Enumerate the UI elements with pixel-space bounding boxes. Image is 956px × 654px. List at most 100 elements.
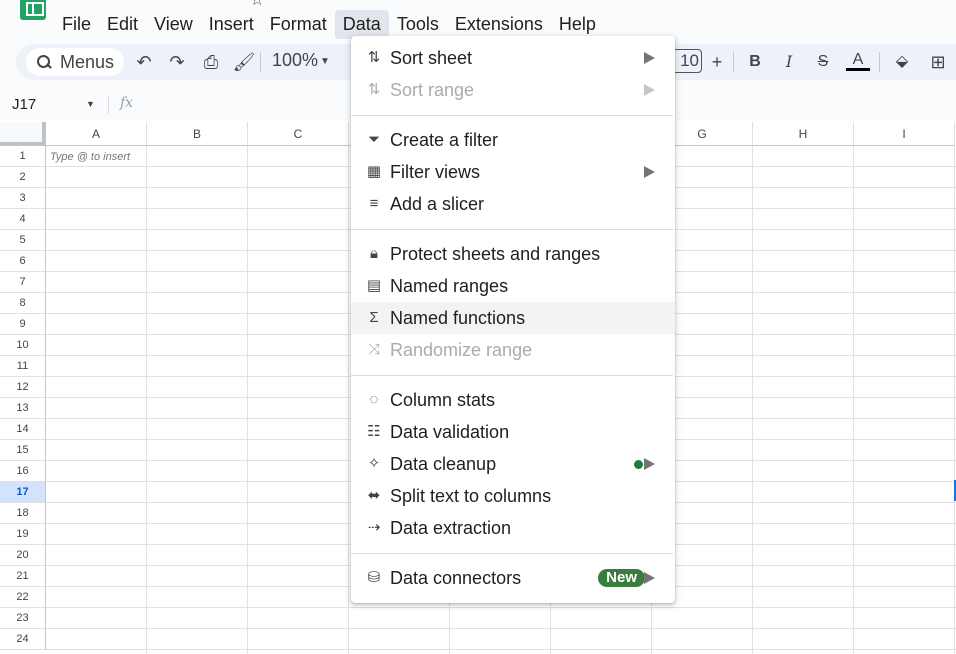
- menu-item-sort-sheet[interactable]: ⇅ Sort sheet: [351, 42, 675, 74]
- menu-item-column-stats[interactable]: ◌ Column stats: [351, 384, 675, 416]
- menu-format[interactable]: Format: [262, 10, 335, 39]
- column-header[interactable]: B: [147, 122, 248, 146]
- row-header[interactable]: 12: [0, 377, 46, 398]
- select-all-corner[interactable]: [0, 122, 46, 146]
- menu-file[interactable]: File: [54, 10, 99, 39]
- row-header[interactable]: 6: [0, 251, 46, 272]
- grid-column-line: [146, 146, 147, 654]
- print-icon[interactable]: ⎙: [199, 50, 223, 74]
- row-header[interactable]: 15: [0, 440, 46, 461]
- column-header[interactable]: I: [854, 122, 955, 146]
- column-header[interactable]: C: [248, 122, 349, 146]
- menu-item-randomize-range: ⤨ Randomize range: [351, 334, 675, 366]
- sheets-logo-icon[interactable]: [20, 0, 46, 20]
- chevron-down-icon[interactable]: ▼: [320, 56, 330, 67]
- row-header[interactable]: 13: [0, 398, 46, 419]
- row-header[interactable]: 5: [0, 230, 46, 251]
- menu-item-named-functions[interactable]: Σ Named functions: [351, 302, 675, 334]
- menu-separator: [351, 553, 673, 554]
- menu-item-label: Filter views: [390, 161, 481, 182]
- column-header[interactable]: H: [753, 122, 854, 146]
- menu-item-create-a-filter[interactable]: ⏷ Create a filter: [351, 124, 675, 156]
- chevron-down-icon[interactable]: ▼: [86, 99, 95, 109]
- row-header[interactable]: 11: [0, 356, 46, 377]
- menu-help[interactable]: Help: [551, 10, 604, 39]
- menu-item-data-extraction[interactable]: ⇢ Data extraction: [351, 512, 675, 544]
- menu-item-label: Data cleanup: [390, 453, 497, 474]
- row-header[interactable]: 22: [0, 587, 46, 608]
- menu-item-label: Data validation: [390, 421, 510, 442]
- row-header[interactable]: 2: [0, 167, 46, 188]
- row-header[interactable]: 10: [0, 335, 46, 356]
- menu-item-data-connectors[interactable]: ⛁ Data connectors New: [351, 562, 675, 594]
- grid-column-line: [247, 146, 248, 654]
- row-header[interactable]: 19: [0, 524, 46, 545]
- menu-item-split-text-to-columns[interactable]: ⬌ Split text to columns: [351, 480, 675, 512]
- menu-tools[interactable]: Tools: [389, 10, 447, 39]
- borders-icon[interactable]: ⊞: [926, 50, 950, 74]
- menu-view[interactable]: View: [146, 10, 201, 39]
- filter-views-icon: ▦: [366, 163, 382, 180]
- submenu-arrow-icon: [644, 166, 655, 178]
- fill-color-icon[interactable]: ⬙: [890, 50, 914, 74]
- paint-format-icon[interactable]: 🖌︎: [232, 50, 256, 74]
- menu-item-label: Column stats: [390, 389, 496, 410]
- menu-item-protect-sheets-and-ranges[interactable]: 🔒︎ Protect sheets and ranges: [351, 238, 675, 270]
- menu-item-data-cleanup[interactable]: ✧ Data cleanup: [351, 448, 675, 480]
- lock-icon: 🔒︎: [370, 245, 378, 262]
- row-header[interactable]: 14: [0, 419, 46, 440]
- fx-icon: fx: [120, 95, 134, 111]
- toolbar-divider: [260, 52, 261, 72]
- submenu-arrow-icon: [644, 572, 655, 584]
- menu-item-filter-views[interactable]: ▦ Filter views: [351, 156, 675, 188]
- row-header[interactable]: 23: [0, 608, 46, 629]
- search-icon: [36, 54, 52, 70]
- menu-item-named-ranges[interactable]: ▤ Named ranges: [351, 270, 675, 302]
- redo-icon[interactable]: ↷: [165, 50, 189, 74]
- row-header[interactable]: 9: [0, 314, 46, 335]
- row-header[interactable]: 8: [0, 293, 46, 314]
- search-menus-button[interactable]: Menus: [26, 48, 124, 76]
- google-sheets-app: ☆ File Edit View Insert Format Data Tool…: [0, 0, 956, 654]
- sort-range-icon: ⇅: [367, 81, 381, 98]
- menu-item-label: Data connectors: [390, 567, 522, 588]
- magic-wand-icon: ✧: [367, 455, 381, 472]
- row-header[interactable]: 24: [0, 629, 46, 650]
- named-ranges-icon: ▤: [366, 277, 382, 294]
- grid-column-line: [752, 146, 753, 654]
- row-header[interactable]: 4: [0, 209, 46, 230]
- row-header[interactable]: 7: [0, 272, 46, 293]
- submenu-arrow-icon: [644, 458, 655, 470]
- row-header[interactable]: 3: [0, 188, 46, 209]
- undo-icon[interactable]: ↶: [132, 50, 156, 74]
- text-color-button[interactable]: A: [846, 50, 870, 71]
- submenu-arrow-icon: [644, 84, 655, 96]
- menu-item-data-validation[interactable]: ☷ Data validation: [351, 416, 675, 448]
- italic-button[interactable]: I: [777, 50, 801, 74]
- font-size-input[interactable]: 10: [672, 49, 702, 73]
- menu-separator: [351, 115, 673, 116]
- strikethrough-icon[interactable]: S: [811, 50, 835, 74]
- menu-item-add-a-slicer[interactable]: ≡ Add a slicer: [351, 188, 675, 220]
- bold-button[interactable]: B: [743, 50, 767, 74]
- menu-item-label: Named functions: [390, 307, 526, 328]
- grid-column-line: [853, 146, 854, 654]
- row-header[interactable]: 16: [0, 461, 46, 482]
- zoom-select[interactable]: 100%: [272, 50, 318, 71]
- name-box[interactable]: J17: [12, 96, 36, 113]
- database-icon: ⛁: [367, 569, 381, 586]
- toolbar-divider: [733, 52, 734, 72]
- menu-item-label: Named ranges: [390, 275, 509, 296]
- menu-extensions[interactable]: Extensions: [447, 10, 551, 39]
- increase-font-size-button[interactable]: +: [705, 50, 729, 74]
- menu-edit[interactable]: Edit: [99, 10, 146, 39]
- row-header[interactable]: 18: [0, 503, 46, 524]
- menu-insert[interactable]: Insert: [201, 10, 262, 39]
- row-header[interactable]: 17: [0, 482, 46, 503]
- row-header[interactable]: 21: [0, 566, 46, 587]
- sigma-icon: Σ: [369, 309, 379, 326]
- menu-data[interactable]: Data: [334, 9, 389, 39]
- row-header[interactable]: 1: [0, 146, 46, 167]
- column-header[interactable]: A: [46, 122, 147, 146]
- row-header[interactable]: 20: [0, 545, 46, 566]
